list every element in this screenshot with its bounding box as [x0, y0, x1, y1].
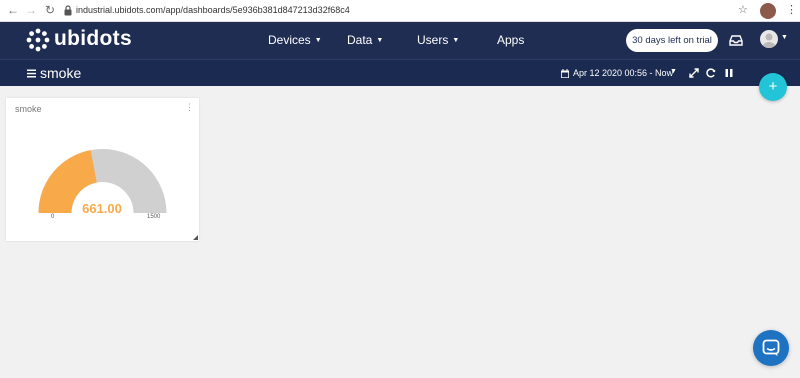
gauge-min-label: 0: [51, 214, 55, 220]
menu-data-label: Data: [347, 33, 373, 47]
menu-devices[interactable]: Devices ▼: [268, 33, 322, 48]
date-range-chevron-icon[interactable]: ▼: [670, 68, 677, 75]
fullscreen-icon[interactable]: [689, 68, 699, 78]
lock-icon: [64, 5, 72, 16]
calendar-icon[interactable]: [561, 69, 569, 78]
add-widget-button[interactable]: +: [759, 73, 787, 101]
ubidots-logo-icon: [26, 28, 50, 52]
bookmark-star-icon[interactable]: ☆: [738, 3, 748, 16]
chat-icon: [762, 339, 780, 356]
menu-devices-label: Devices: [268, 33, 311, 47]
widget-menu-icon[interactable]: ⋮: [185, 102, 194, 112]
chevron-down-icon: ▼: [452, 36, 460, 44]
menu-users[interactable]: Users ▼: [417, 33, 459, 48]
browser-profile-avatar[interactable]: [760, 3, 776, 19]
gauge-widget[interactable]: smoke ⋮ 661.00 0 1500: [6, 98, 199, 241]
dashboard-bar: smoke Apr 12 2020 00:56 - Now ▼: [0, 59, 800, 86]
widget-title: smoke: [15, 104, 42, 114]
chevron-down-icon: ▼: [314, 36, 322, 44]
hamburger-menu-icon[interactable]: [27, 69, 36, 78]
forward-arrow-icon[interactable]: →: [24, 3, 38, 17]
inbox-icon[interactable]: [729, 35, 743, 46]
menu-data[interactable]: Data ▼: [347, 33, 383, 48]
pause-icon[interactable]: [724, 68, 734, 78]
refresh-icon[interactable]: [706, 68, 716, 78]
menu-apps[interactable]: Apps: [497, 33, 524, 47]
chevron-down-icon: ▼: [376, 36, 384, 44]
gauge-max-label: 1500: [147, 214, 161, 220]
address-bar-url[interactable]: industrial.ubidots.com/app/dashboards/5e…: [76, 4, 350, 17]
plus-icon: +: [768, 78, 778, 95]
user-menu-chevron-icon[interactable]: ▼: [781, 34, 788, 41]
user-silhouette-icon: [762, 33, 776, 48]
top-navigation-bar: ubidots Devices ▼ Data ▼ Users ▼ Apps 30 da…: [0, 22, 800, 59]
reload-icon[interactable]: ↻: [43, 3, 57, 17]
user-avatar[interactable]: [760, 30, 778, 48]
gauge-value: 661.00: [82, 201, 122, 216]
dashboard-title[interactable]: smoke: [40, 65, 81, 81]
back-arrow-icon[interactable]: ←: [6, 3, 20, 17]
date-range-selector[interactable]: Apr 12 2020 00:56 - Now: [573, 68, 673, 79]
resize-handle-icon[interactable]: [193, 235, 198, 240]
menu-users-label: Users: [417, 33, 449, 47]
trial-button[interactable]: 30 days left on trial: [626, 29, 718, 52]
logo-text[interactable]: ubidots: [54, 27, 132, 51]
browser-toolbar: ← → ↻ industrial.ubidots.com/app/dashboa…: [0, 0, 800, 22]
chat-support-button[interactable]: [753, 330, 789, 366]
browser-menu-icon[interactable]: ⋮: [786, 3, 797, 17]
